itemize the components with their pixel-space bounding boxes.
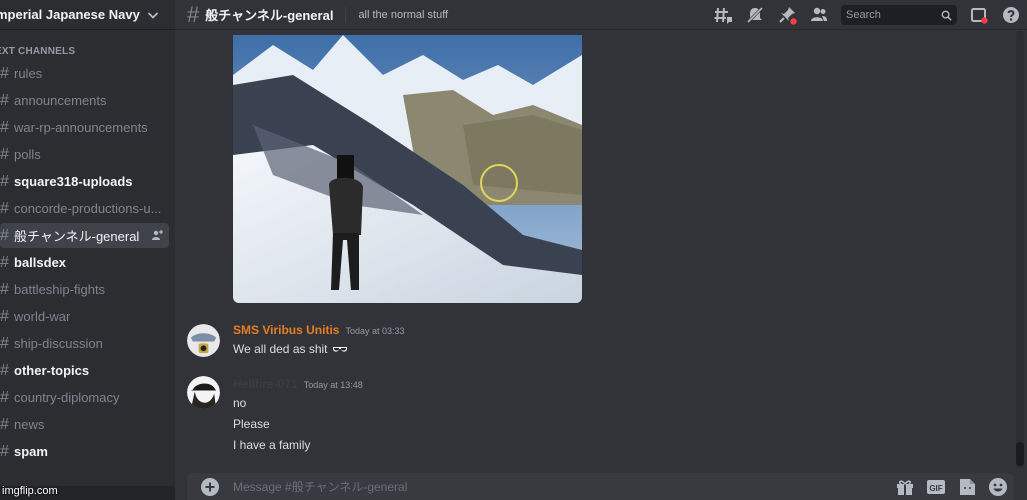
hash-icon: # bbox=[0, 64, 9, 82]
gift-icon[interactable] bbox=[895, 477, 915, 497]
add-attachment-icon[interactable] bbox=[201, 477, 219, 496]
channel-title: 般チャンネル-general bbox=[205, 8, 334, 23]
sidebar-channel-item[interactable]: # ship-discussion bbox=[0, 331, 169, 356]
emoji-icon[interactable] bbox=[988, 477, 1008, 497]
sunglasses-emoji-icon bbox=[332, 346, 347, 352]
sidebar-channel-item[interactable]: # announcements bbox=[0, 88, 169, 113]
message-list: SMS Viribus Unitis Today at 03:33 We all … bbox=[175, 31, 1015, 468]
hash-icon: # bbox=[0, 442, 9, 460]
channel-label: 般チャンネル-general bbox=[14, 229, 140, 244]
composer-toolbar: GIF bbox=[884, 477, 1008, 497]
author-name[interactable]: Hellfire-071 bbox=[233, 377, 298, 391]
channel-label: concorde-productions-u... bbox=[14, 201, 162, 216]
hash-icon: # bbox=[187, 1, 200, 27]
channel-label: announcements bbox=[14, 93, 107, 108]
hash-icon: # bbox=[0, 280, 9, 298]
imgflip-watermark: imgflip.com bbox=[2, 485, 58, 497]
sidebar-channel-item[interactable]: # spam bbox=[0, 439, 169, 464]
message-author[interactable]: Hellfire-071 Today at 13:48 bbox=[233, 377, 363, 391]
discord-window: mperial Japanese Navy EXT CHANNELS # rule… bbox=[0, 0, 1027, 500]
hash-icon: # bbox=[0, 145, 9, 163]
message-text: no bbox=[233, 396, 247, 410]
svg-text:GIF: GIF bbox=[929, 484, 942, 493]
channel-topic[interactable]: all the normal stuff bbox=[358, 9, 448, 21]
sidebar-channel-item[interactable]: # battleship-fights bbox=[0, 277, 169, 302]
hash-icon: # bbox=[0, 388, 9, 406]
pins-icon[interactable] bbox=[777, 5, 797, 25]
create-invite-icon[interactable] bbox=[151, 229, 163, 241]
channel-list: # rules # announcements # war-rp-announcement… bbox=[0, 61, 175, 464]
channel-label: news bbox=[14, 417, 45, 432]
channel-label: other-topics bbox=[14, 363, 90, 378]
inbox-icon[interactable] bbox=[969, 5, 989, 25]
hash-icon: # bbox=[0, 334, 9, 352]
channel-sidebar: mperial Japanese Navy EXT CHANNELS # rule… bbox=[0, 0, 175, 500]
message-text: Please bbox=[233, 417, 270, 431]
message-composer: GIF bbox=[187, 473, 1014, 500]
channel-label: country-diplomacy bbox=[14, 390, 120, 405]
channel-label: war-rp-announcements bbox=[14, 120, 148, 135]
mute-icon[interactable] bbox=[745, 5, 765, 25]
sidebar-channel-item[interactable]: # other-topics bbox=[0, 358, 169, 383]
scrollbar-thumb[interactable] bbox=[1016, 442, 1024, 466]
search-icon bbox=[941, 10, 952, 21]
sidebar-channel-item[interactable]: # country-diplomacy bbox=[0, 385, 169, 410]
image-attachment[interactable] bbox=[233, 35, 582, 303]
hash-icon: # bbox=[0, 91, 9, 109]
gif-icon[interactable]: GIF bbox=[926, 477, 946, 497]
author-name[interactable]: SMS Viribus Unitis bbox=[233, 323, 339, 337]
server-header[interactable]: mperial Japanese Navy bbox=[0, 0, 175, 30]
sticker-icon[interactable] bbox=[957, 477, 977, 497]
sidebar-channel-item[interactable]: # war-rp-announcements bbox=[0, 115, 169, 140]
hash-icon: # bbox=[0, 226, 9, 244]
channel-label: ship-discussion bbox=[14, 336, 103, 351]
sidebar-channel-item[interactable]: # square318-uploads bbox=[0, 169, 169, 194]
scrollbar-track[interactable] bbox=[1016, 31, 1024, 468]
message-input[interactable] bbox=[233, 479, 833, 494]
search-input[interactable]: Search bbox=[841, 5, 957, 25]
hash-icon: # bbox=[0, 307, 9, 325]
message-timestamp: Today at 13:48 bbox=[303, 380, 363, 390]
hash-icon: # bbox=[0, 253, 9, 271]
channel-label: battleship-fights bbox=[14, 282, 106, 297]
channel-label: polls bbox=[14, 147, 41, 162]
sidebar-channel-item[interactable]: # polls bbox=[0, 142, 169, 167]
message-text: I have a family bbox=[233, 438, 311, 452]
server-name: mperial Japanese Navy bbox=[0, 7, 140, 22]
search-placeholder: Search bbox=[846, 9, 881, 21]
sidebar-channel-item[interactable]: # concorde-productions-u... bbox=[0, 196, 169, 221]
threads-icon[interactable] bbox=[713, 5, 733, 25]
message-text: We all ded as shit bbox=[233, 342, 328, 356]
channel-header: # 般チャンネル-general all the normal stuff Se… bbox=[175, 0, 1027, 30]
channel-label: rules bbox=[14, 66, 43, 81]
hash-icon: # bbox=[0, 199, 9, 217]
sidebar-channel-item[interactable]: # world-war bbox=[0, 304, 169, 329]
sidebar-channel-item[interactable]: # rules bbox=[0, 61, 169, 86]
hash-icon: # bbox=[0, 118, 9, 136]
header-divider bbox=[345, 6, 347, 23]
message-timestamp: Today at 03:33 bbox=[345, 326, 405, 336]
sidebar-channel-item[interactable]: # news bbox=[0, 412, 169, 437]
hash-icon: # bbox=[0, 361, 9, 379]
hash-icon: # bbox=[0, 415, 9, 433]
sidebar-channel-item[interactable]: # ballsdex bbox=[0, 250, 169, 275]
message-content: We all ded as shit bbox=[233, 342, 347, 356]
chevron-down-icon[interactable] bbox=[145, 7, 161, 23]
channel-label: square318-uploads bbox=[14, 174, 133, 189]
members-icon[interactable] bbox=[809, 5, 829, 25]
avatar[interactable] bbox=[187, 376, 220, 409]
avatar[interactable] bbox=[187, 324, 220, 357]
sidebar-channel-item[interactable]: # 般チャンネル-general bbox=[0, 223, 169, 248]
category-text-channels[interactable]: EXT CHANNELS bbox=[0, 46, 175, 57]
message-author[interactable]: SMS Viribus Unitis Today at 03:33 bbox=[233, 323, 405, 337]
channel-label: spam bbox=[14, 444, 48, 459]
hash-icon: # bbox=[0, 172, 9, 190]
help-icon[interactable] bbox=[1001, 5, 1021, 25]
channel-label: ballsdex bbox=[14, 255, 67, 270]
header-toolbar: Search bbox=[707, 0, 1027, 30]
channel-label: world-war bbox=[14, 309, 71, 324]
